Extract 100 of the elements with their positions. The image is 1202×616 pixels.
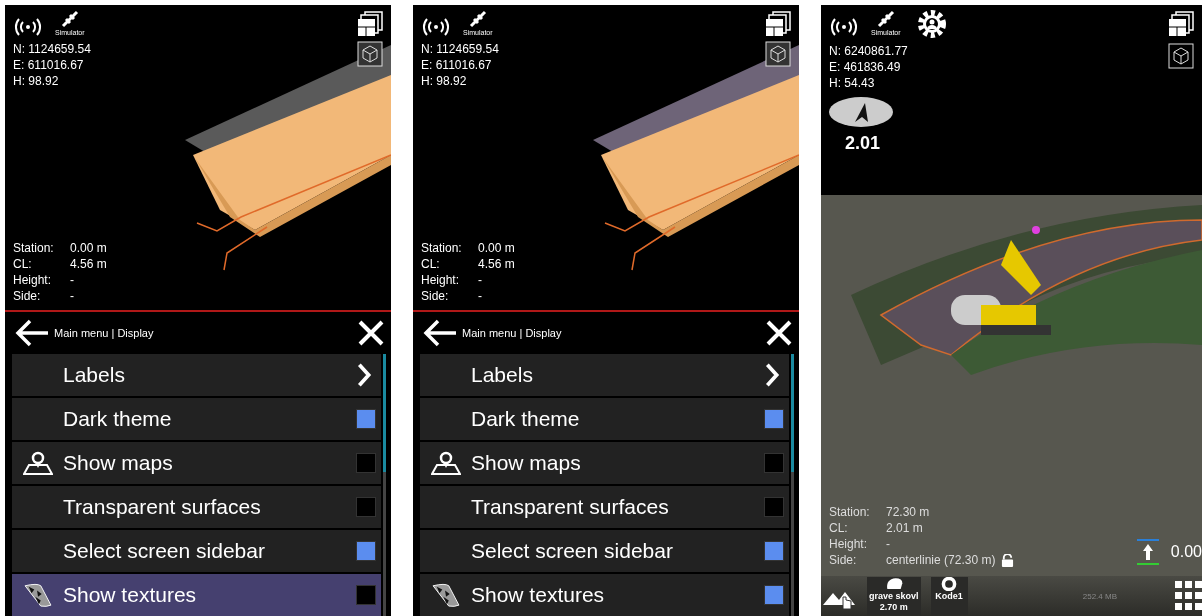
readout-value: 4.56 m [70,256,107,272]
coordinate-text: N: 1124659.54 [13,41,91,57]
checkbox[interactable] [356,497,376,517]
menu-item[interactable]: Show textures [12,574,381,616]
settings-icon[interactable] [916,9,947,39]
3d-view-icon[interactable] [1168,43,1194,69]
menu-item[interactable]: Show textures [420,574,789,616]
menu-item[interactable]: Select screen sidebar [420,530,789,572]
tool-label: grave skovl [868,591,920,602]
unlocked-padlock-icon[interactable] [1001,553,1015,567]
3d-view-icon[interactable] [357,41,383,67]
menu-item-label: Dark theme [63,407,173,431]
breadcrumb: Main menu | Display [462,327,563,339]
layers-icon[interactable] [765,11,791,37]
readout-value: 0.00 m [478,240,515,256]
code-button[interactable]: Kode1 [930,577,968,615]
menu-item-label: Labels [63,363,126,387]
readout-label: Side: [13,288,42,304]
readout-label: Side: [421,288,450,304]
coordinate-text: H: 54.43 [829,75,876,91]
readout-label: CL: [421,256,441,272]
elevation-value: 0.00 [1170,543,1202,561]
coordinate-text: N: 1124659.54 [421,41,499,57]
readout-label: Height: [13,272,53,288]
chevron-right-icon [764,362,780,388]
tool-label: 2.70 m [878,602,909,613]
menu-item-label: Dark theme [471,407,581,431]
menu-item[interactable]: Dark theme [420,398,789,440]
readout-value: 0.00 m [70,240,107,256]
menu-item[interactable]: Labels [12,354,381,396]
back-arrow-icon[interactable] [15,319,49,347]
coordinate-text: H: 98.92 [421,73,468,89]
signal-icon[interactable] [13,17,43,37]
checkbox[interactable] [764,497,784,517]
code-label: Kode1 [934,591,964,602]
menu-item-label: Show textures [471,583,606,607]
readout-label: CL: [829,520,849,536]
checkbox[interactable] [356,585,376,605]
coordinate-text: E: 611016.67 [13,57,85,73]
readout-value: centerlinie (72.30 m) [886,552,996,568]
readout-value: - [70,288,74,304]
texture-icon [22,583,53,607]
bucket-button[interactable]: grave skovl 2.70 m [867,577,921,615]
satellite-icon[interactable] [875,9,896,29]
map-pin-icon [22,451,53,475]
close-icon[interactable] [358,320,384,346]
grid-menu-icon[interactable] [1175,581,1202,611]
checkbox[interactable] [356,453,376,473]
breadcrumb: Main menu | Display [54,327,155,339]
menu-item-label: Show maps [471,451,582,475]
readout-value: - [478,288,482,304]
readout-value: - [886,536,890,552]
checkbox[interactable] [764,409,784,429]
menu-item[interactable]: Show maps [12,442,381,484]
chevron-right-icon [356,362,372,388]
checkbox[interactable] [356,409,376,429]
coordinate-text: E: 461836.49 [829,59,902,75]
menu-item-label: Show maps [63,451,174,475]
satellite-icon[interactable] [59,9,80,29]
checkbox[interactable] [764,541,784,561]
readout-value: 72.30 m [886,504,930,520]
checkbox[interactable] [764,585,784,605]
satellite-icon[interactable] [467,9,488,29]
signal-icon[interactable] [829,17,859,37]
signal-icon[interactable] [421,17,451,37]
menu-item-label: Select screen sidebar [63,539,266,563]
coordinate-text: N: 6240861.77 [829,43,908,59]
menu-item[interactable]: Dark theme [12,398,381,440]
layers-icon[interactable] [1168,11,1194,37]
readout-label: Height: [421,272,461,288]
texture-icon [430,583,461,607]
coordinate-text: E: 611016.67 [421,57,493,73]
checkbox[interactable] [356,541,376,561]
heading-value: 2.01 [845,133,882,154]
menu-item-label: Select screen sidebar [471,539,674,563]
menu-item[interactable]: Transparent surfaces [12,486,381,528]
checkbox[interactable] [764,453,784,473]
readout-label: Side: [829,552,858,568]
close-icon[interactable] [766,320,792,346]
menu-item-label: Transparent surfaces [471,495,670,519]
menu-item[interactable]: Select screen sidebar [12,530,381,572]
readout-label: Station: [421,240,463,256]
menu-item[interactable]: Labels [420,354,789,396]
layers-icon[interactable] [357,11,383,37]
coordinate-text: H: 98.92 [13,73,60,89]
menu-item-label: Show textures [63,583,198,607]
readout-value: - [478,272,482,288]
readout-value: 2.01 m [886,520,923,536]
menu-item-label: Labels [471,363,534,387]
3d-view-icon[interactable] [765,41,791,67]
map-pin-icon [430,451,461,475]
menu-item-label: Transparent surfaces [63,495,262,519]
readout-label: Station: [13,240,55,256]
menu-item[interactable]: Show maps [420,442,789,484]
readout-value: 4.56 m [478,256,515,272]
menu-item[interactable]: Transparent surfaces [420,486,789,528]
readout-label: Station: [829,504,871,520]
back-arrow-icon[interactable] [423,319,457,347]
memory-usage-text: 252.4 MB [1082,591,1117,601]
elevation-indicator-icon [1134,538,1161,566]
